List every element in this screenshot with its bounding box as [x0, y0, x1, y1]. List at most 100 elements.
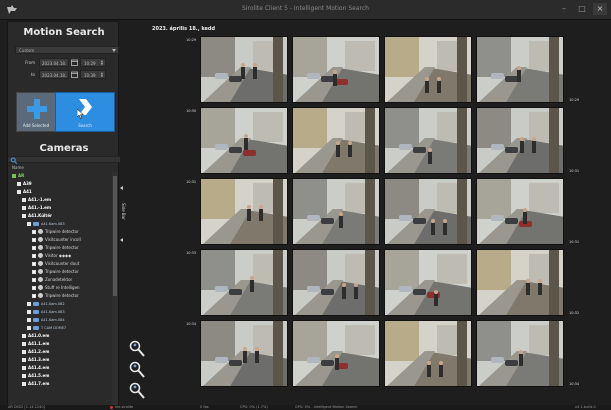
search-result-thumbnail[interactable]: [384, 320, 472, 387]
camera-frame-image: [385, 179, 471, 244]
search-result-thumbnail[interactable]: [384, 107, 472, 174]
to-date-field[interactable]: 2023.04.18.: [39, 70, 69, 79]
checkbox[interactable]: [32, 237, 36, 242]
add-selected-button[interactable]: Add Selected: [16, 92, 56, 132]
search-result-thumbnail[interactable]: [200, 178, 288, 245]
search-result-thumbnail[interactable]: [200, 249, 288, 316]
tree-item-label: T CAM DOME7: [41, 325, 67, 330]
checkbox[interactable]: [27, 317, 31, 322]
tree-item[interactable]: Stuff re Intelligen: [32, 284, 80, 291]
checkbox[interactable]: [32, 229, 36, 234]
camera-tree: AR A39 A41 A41.-1.em A41.-1.em A41.Kültér A41.…: [8, 172, 113, 406]
tree-item[interactable]: A41.-1.em: [22, 204, 51, 211]
checkbox[interactable]: [27, 309, 31, 314]
name-column-header[interactable]: Name: [12, 165, 24, 170]
search-result-thumbnail[interactable]: [384, 36, 472, 103]
search-result-thumbnail[interactable]: [200, 36, 288, 103]
checkbox[interactable]: [32, 285, 36, 290]
calendar-icon[interactable]: [70, 58, 79, 67]
calendar-icon[interactable]: [70, 70, 79, 79]
tree-item[interactable]: A41.Kam.082: [27, 300, 65, 307]
tree-item[interactable]: Tripwire detector: [32, 292, 79, 299]
tree-item[interactable]: Visitcounter incoll: [32, 236, 81, 243]
spinner-arrows-icon[interactable]: ▲ ▼: [101, 72, 103, 78]
tree-item[interactable]: Tripwire detector: [32, 228, 79, 235]
group-icon: [22, 357, 26, 362]
tree-item[interactable]: A41.4.em: [22, 364, 49, 371]
panel-title: Motion Search: [23, 27, 105, 38]
camera-frame-image: [477, 108, 563, 173]
tree-item[interactable]: A41.2.em: [22, 348, 49, 355]
tree-item-label: Tripwire detector: [45, 245, 79, 250]
checkbox[interactable]: [27, 301, 31, 306]
checkbox[interactable]: [32, 277, 36, 282]
search-result-thumbnail[interactable]: [476, 36, 564, 103]
checkbox[interactable]: [32, 245, 36, 250]
maximize-button[interactable]: □: [575, 3, 589, 15]
checkbox[interactable]: [32, 269, 36, 274]
tree-item[interactable]: Tripwire detector: [32, 244, 79, 251]
checkbox[interactable]: [32, 253, 36, 258]
camera-search-input[interactable]: [8, 156, 120, 164]
close-button[interactable]: ×: [593, 3, 607, 15]
search-result-thumbnail[interactable]: [200, 107, 288, 174]
tree-item[interactable]: A41.1.em: [22, 340, 49, 347]
status-server: AR DSS2 [1.14.1240]: [8, 405, 45, 409]
checkbox[interactable]: [27, 325, 31, 330]
from-time-field[interactable]: 10:29 ▲ ▼: [80, 58, 106, 67]
analytics-rule-icon: [38, 253, 43, 258]
checkbox[interactable]: [27, 221, 31, 226]
search-result-thumbnail[interactable]: [384, 249, 472, 316]
checkbox[interactable]: [32, 293, 36, 298]
tree-item[interactable]: Tripwire detector: [32, 268, 79, 275]
minimize-button[interactable]: –: [557, 3, 571, 15]
tree-item[interactable]: A41.3.em: [22, 356, 49, 363]
magnifier-person-icon[interactable]: [128, 382, 146, 400]
tree-item[interactable]: A41.5.em: [22, 372, 49, 379]
row-start-time: 10:33: [186, 251, 197, 255]
tree-item[interactable]: A41.-1.em: [22, 196, 51, 203]
tree-item[interactable]: AR: [12, 172, 24, 179]
search-result-thumbnail[interactable]: [292, 320, 380, 387]
magnifier-person-icon[interactable]: [128, 340, 146, 358]
tree-item[interactable]: A41.7.em: [22, 380, 49, 387]
row-start-time: 10:29: [186, 38, 197, 42]
tree-item[interactable]: A41.0.em: [22, 332, 49, 339]
search-result-thumbnail[interactable]: [292, 107, 380, 174]
from-date-field[interactable]: 2023.04.18.: [39, 58, 69, 67]
search-result-thumbnail[interactable]: [476, 107, 564, 174]
status-gpu: GPU: 0% - Intelligent Motion Search: [295, 405, 358, 409]
search-result-thumbnail[interactable]: [476, 249, 564, 316]
search-result-thumbnail[interactable]: [292, 36, 380, 103]
tree-item[interactable]: Visitcounter dout: [32, 260, 79, 267]
spinner-arrows-icon[interactable]: ▲ ▼: [101, 60, 103, 66]
search-result-thumbnail[interactable]: [476, 178, 564, 245]
tree-item[interactable]: A41.Kültér: [22, 212, 52, 219]
search-result-thumbnail[interactable]: [292, 249, 380, 316]
tree-item[interactable]: A41.Kam.083: [27, 220, 65, 227]
search-result-thumbnail[interactable]: [200, 320, 288, 387]
checkbox[interactable]: [32, 261, 36, 266]
camera-frame-image: [201, 250, 287, 315]
tree-item[interactable]: A39: [17, 180, 32, 187]
tree-item[interactable]: A41.Kam.083: [27, 308, 65, 315]
magnifier-person-icon[interactable]: [128, 361, 146, 379]
tree-item[interactable]: T CAM DOME7: [27, 324, 66, 331]
search-result-thumbnail[interactable]: [384, 178, 472, 245]
tree-item[interactable]: Visitor ◆◆◆◆: [32, 252, 71, 259]
time-range-select[interactable]: Custom: [15, 46, 119, 54]
row-start-time: 10:30: [186, 109, 197, 113]
scrollbar-thumb[interactable]: [113, 176, 117, 296]
tree-item[interactable]: A41.Kam.084: [27, 316, 65, 323]
search-result-thumbnail[interactable]: [292, 178, 380, 245]
analytics-rule-icon: [38, 285, 43, 290]
search-button[interactable]: Search: [55, 92, 115, 132]
row-end-time: 10:34: [569, 382, 580, 386]
search-result-thumbnail[interactable]: [476, 320, 564, 387]
to-time-field[interactable]: 10:39 ▲ ▼: [80, 70, 106, 79]
collapse-arrow-icon[interactable]: [120, 238, 123, 242]
tree-item[interactable]: Zonadetektor: [32, 276, 72, 283]
tree-item[interactable]: A41: [17, 188, 32, 195]
title-bar: Sirolite Client 5 - Intelligent Motion S…: [0, 0, 611, 20]
cameras-title: Cameras: [39, 143, 89, 154]
